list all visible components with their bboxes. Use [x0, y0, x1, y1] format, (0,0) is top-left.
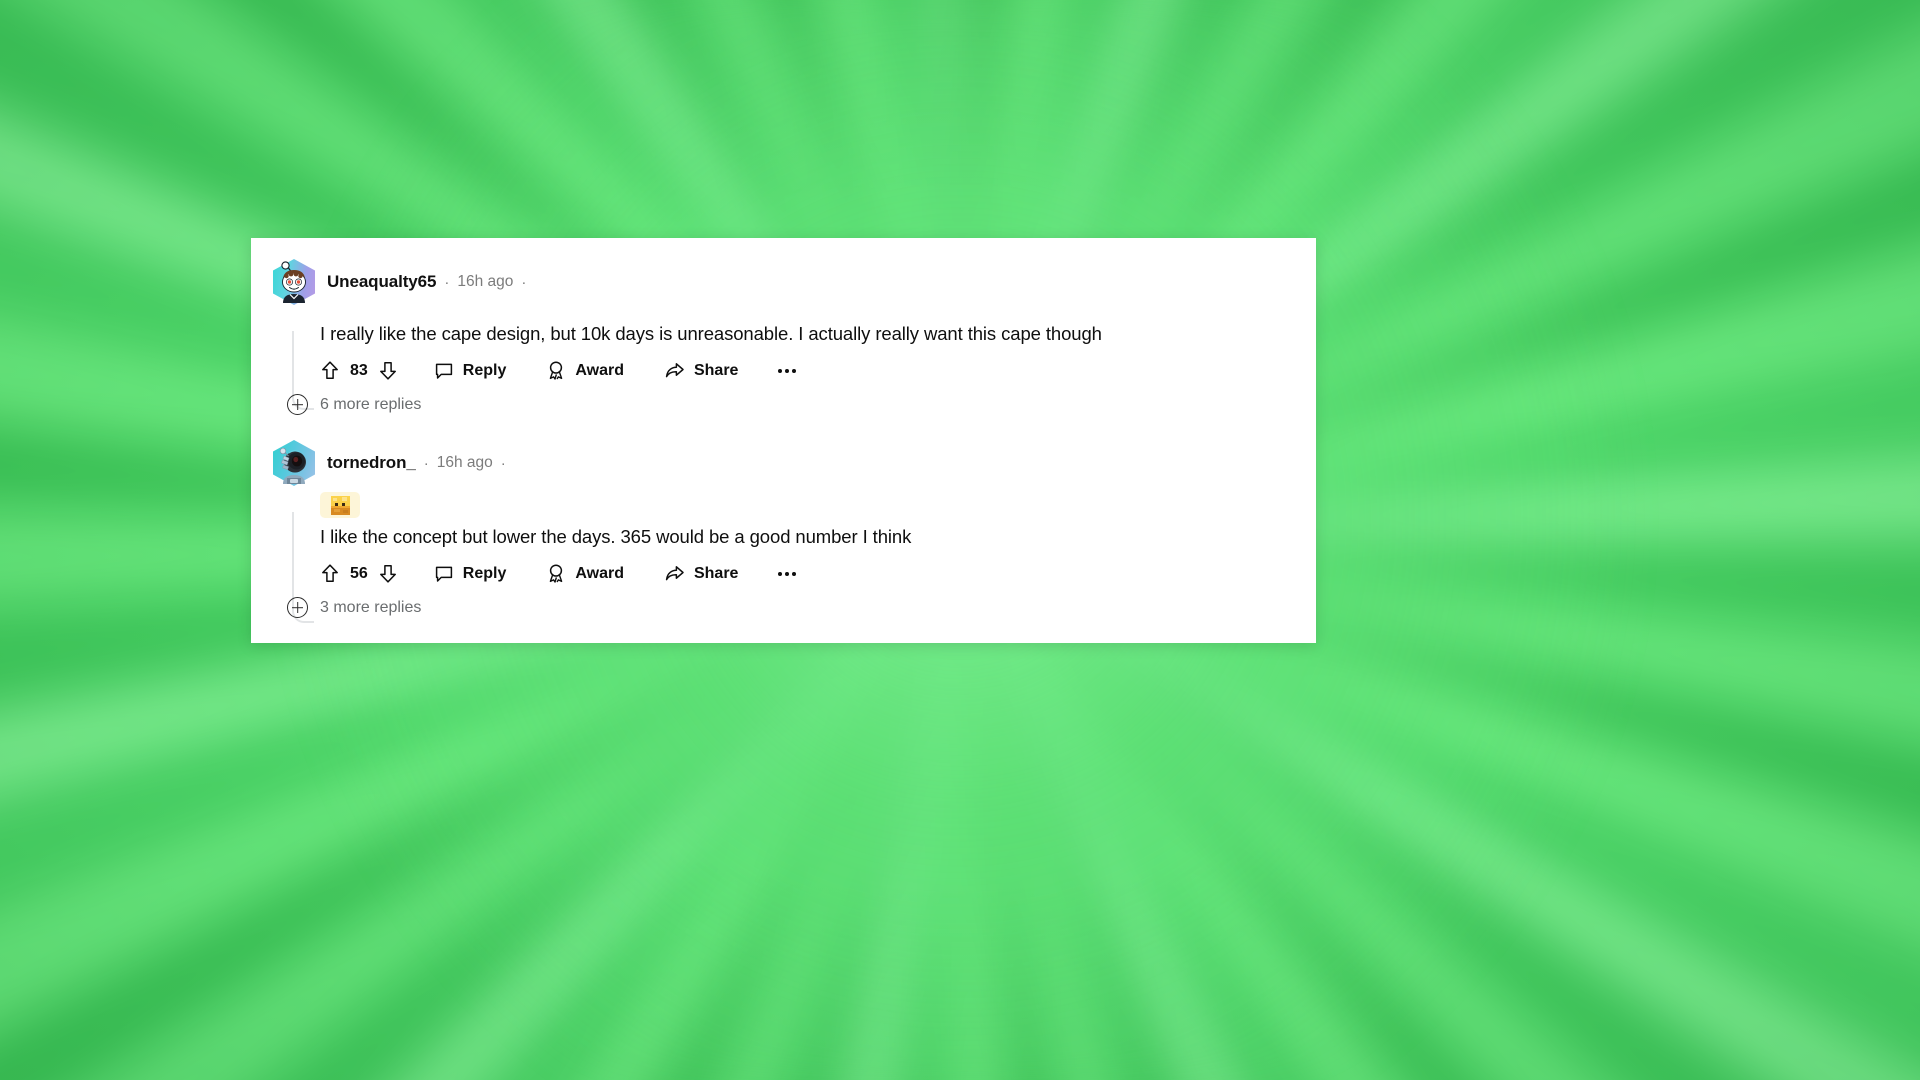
snoo-brown-hair-icon: [281, 261, 306, 303]
share-button[interactable]: Share: [664, 361, 738, 381]
ellipsis-icon: [778, 571, 783, 576]
comment-action-bar: 83 Reply Award Share: [320, 360, 1316, 381]
reply-button[interactable]: Reply: [434, 564, 507, 584]
arrow-up-icon[interactable]: [320, 563, 340, 584]
comment-timestamp: 16h ago: [436, 454, 493, 471]
ellipsis-icon: [792, 368, 797, 373]
award-button[interactable]: Award: [546, 563, 624, 584]
arrow-up-icon[interactable]: [320, 360, 340, 381]
meta-separator: ·: [444, 273, 450, 291]
comment-bubble-icon: [435, 363, 452, 379]
meta-separator-2: ·: [500, 454, 506, 472]
comment-author-name[interactable]: tornedron_: [327, 453, 416, 473]
comment-bubble-icon: [435, 566, 452, 582]
award-medal-icon: [550, 564, 563, 583]
comment-author-meta: Uneaqualty65 · 16h ago ·: [327, 272, 527, 292]
award-label: Award: [575, 564, 624, 582]
reply-label: Reply: [462, 361, 507, 379]
meta-separator-2: ·: [521, 273, 527, 291]
comment-author-name[interactable]: Uneaqualty65: [327, 272, 436, 292]
plus-circle-icon: [287, 394, 308, 415]
award-button[interactable]: Award: [546, 360, 624, 381]
snoo-dark-helmet-icon: [279, 447, 306, 484]
more-replies-label: 3 more replies: [320, 598, 422, 616]
comment-header: Uneaqualty65 · 16h ago ·: [273, 259, 1316, 305]
comment-text: I like the concept but lower the days. 3…: [320, 526, 912, 547]
comment-action-bar: 56 Reply Award Share: [320, 563, 1316, 584]
vote-group: 83: [320, 360, 398, 381]
overflow-menu-button[interactable]: [778, 571, 797, 576]
award-medal-icon: [550, 361, 563, 380]
comment-body: I like the concept but lower the days. 3…: [273, 492, 1316, 584]
comment-item: tornedron_ · 16h ago · I like the concep…: [251, 415, 1316, 623]
ellipsis-icon: [792, 571, 797, 576]
more-replies-label: 6 more replies: [320, 395, 422, 413]
avatar[interactable]: [273, 440, 315, 486]
plus-circle-icon: [287, 597, 308, 618]
reply-button[interactable]: Reply: [434, 361, 507, 381]
share-label: Share: [693, 361, 739, 379]
share-arrow-icon: [665, 362, 684, 377]
comment-timestamp: 16h ago: [457, 273, 514, 290]
comment-author-meta: tornedron_ · 16h ago ·: [327, 453, 507, 473]
ellipsis-icon: [785, 368, 790, 373]
arrow-down-icon[interactable]: [378, 360, 398, 381]
pixel-yellow-face-emoji-icon: [330, 495, 350, 515]
vote-group: 56: [320, 563, 398, 584]
ellipsis-icon: [785, 571, 790, 576]
comment-header: tornedron_ · 16h ago ·: [273, 440, 1316, 486]
meta-separator: ·: [423, 454, 429, 472]
share-button[interactable]: Share: [664, 564, 738, 584]
user-flair-emoji: [320, 492, 360, 518]
ellipsis-icon: [778, 368, 783, 373]
comment-thread-card: Uneaqualty65 · 16h ago · I really like t…: [251, 238, 1316, 643]
more-replies-button[interactable]: 6 more replies: [273, 394, 1316, 415]
share-arrow-icon: [665, 565, 684, 580]
comment-text: I really like the cape design, but 10k d…: [320, 323, 1102, 344]
vote-count: 56: [350, 564, 368, 582]
award-label: Award: [575, 361, 624, 379]
reply-label: Reply: [462, 564, 507, 582]
arrow-down-icon[interactable]: [378, 563, 398, 584]
vote-count: 83: [350, 361, 368, 379]
comment-body: I really like the cape design, but 10k d…: [273, 321, 1316, 381]
more-replies-button[interactable]: 3 more replies: [273, 597, 1316, 618]
share-label: Share: [693, 564, 739, 582]
overflow-menu-button[interactable]: [778, 368, 797, 373]
avatar[interactable]: [273, 259, 315, 305]
comment-item: Uneaqualty65 · 16h ago · I really like t…: [251, 238, 1316, 415]
